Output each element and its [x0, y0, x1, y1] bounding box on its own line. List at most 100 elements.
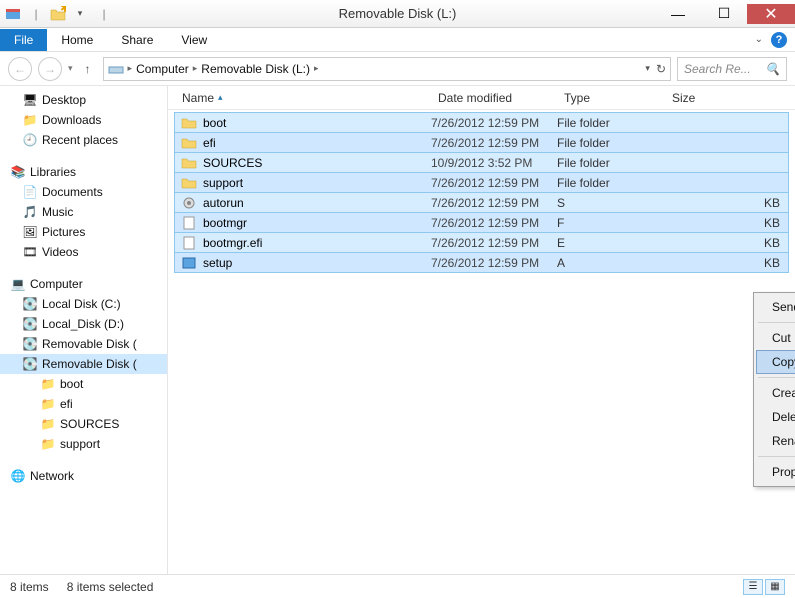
context-menu-item[interactable]: Send to▶	[756, 295, 795, 319]
file-row[interactable]: bootmgr.efi7/26/2012 12:59 PMEKB	[174, 232, 789, 253]
history-dropdown-icon[interactable]: ▾	[68, 63, 73, 74]
tree-folder-support[interactable]: 📁support	[0, 434, 167, 454]
tab-view[interactable]: View	[167, 29, 221, 51]
address-bar[interactable]: ▸Computer ▸Removable Disk (L:) ▸ ▾ ↻	[103, 57, 671, 81]
qat-separator: |	[28, 6, 44, 22]
file-row[interactable]: bootmgr7/26/2012 12:59 PMFKB	[174, 212, 789, 233]
search-icon: 🔍	[765, 62, 780, 76]
file-date: 7/26/2012 12:59 PM	[431, 216, 557, 230]
maximize-button[interactable]: ☐	[701, 4, 747, 24]
drive-icon	[108, 61, 124, 77]
file-type: File folder	[557, 116, 665, 130]
details-view-button[interactable]: ☰	[743, 579, 763, 595]
file-date: 7/26/2012 12:59 PM	[431, 256, 557, 270]
navigation-bar: ← → ▾ ↑ ▸Computer ▸Removable Disk (L:) ▸…	[0, 52, 795, 86]
tree-libraries[interactable]: 📚Libraries	[0, 162, 167, 182]
file-type: File folder	[557, 156, 665, 170]
minimize-button[interactable]: —	[655, 4, 701, 24]
tree-drive-d[interactable]: 💽Local_Disk (D:)	[0, 314, 167, 334]
file-date: 7/26/2012 12:59 PM	[431, 236, 557, 250]
tree-videos[interactable]: 🎞Videos	[0, 242, 167, 262]
file-list-area: Name▴ Date modified Type Size boot7/26/2…	[168, 86, 795, 574]
app-icon	[181, 255, 197, 271]
close-button[interactable]: ✕	[747, 4, 795, 24]
file-row[interactable]: autorun7/26/2012 12:59 PMSKB	[174, 192, 789, 213]
search-placeholder: Search Re...	[684, 62, 751, 76]
crumb-drive[interactable]: Removable Disk (L:)	[201, 62, 310, 76]
refresh-icon[interactable]: ↻	[656, 62, 666, 76]
tree-pictures[interactable]: 🖼Pictures	[0, 222, 167, 242]
file-size: KB	[665, 256, 788, 270]
back-button[interactable]: ←	[8, 57, 32, 81]
icons-view-button[interactable]: ▦	[765, 579, 785, 595]
window-controls: — ☐ ✕	[655, 4, 795, 24]
context-menu-item[interactable]: Delete	[756, 405, 795, 429]
tab-share[interactable]: Share	[107, 29, 167, 51]
context-menu-item[interactable]: Copy	[756, 350, 795, 374]
navigation-tree[interactable]: 🖥Desktop 📁Downloads 🕘Recent places 📚Libr…	[0, 86, 168, 574]
tree-recent[interactable]: 🕘Recent places	[0, 130, 167, 150]
file-name: setup	[203, 256, 232, 270]
folder-icon	[181, 155, 197, 171]
file-date: 7/26/2012 12:59 PM	[431, 136, 557, 150]
app-icon	[6, 6, 22, 22]
file-name: support	[203, 176, 243, 190]
status-selected-count: 8 items selected	[67, 580, 154, 594]
file-row[interactable]: support7/26/2012 12:59 PMFile folder	[174, 172, 789, 193]
context-menu-item[interactable]: Properties	[756, 460, 795, 484]
file-row[interactable]: SOURCES10/9/2012 3:52 PMFile folder	[174, 152, 789, 173]
tree-drive-removable-1[interactable]: 💽Removable Disk (	[0, 334, 167, 354]
context-menu-item[interactable]: Rename	[756, 429, 795, 453]
tree-downloads[interactable]: 📁Downloads	[0, 110, 167, 130]
up-button[interactable]: ↑	[79, 62, 97, 76]
forward-button[interactable]: →	[38, 57, 62, 81]
file-type: File folder	[557, 136, 665, 150]
qat-dropdown-icon[interactable]: ▾	[72, 6, 88, 22]
title-bar: | ✱ ▾ | Removable Disk (L:) — ☐ ✕	[0, 0, 795, 28]
tree-folder-boot[interactable]: 📁boot	[0, 374, 167, 394]
search-input[interactable]: Search Re... 🔍	[677, 57, 787, 81]
column-size[interactable]: Size	[664, 91, 795, 105]
tree-network[interactable]: 🌐Network	[0, 466, 167, 486]
file-row[interactable]: setup7/26/2012 12:59 PMAKB	[174, 252, 789, 273]
tree-computer[interactable]: 💻Computer	[0, 274, 167, 294]
file-row[interactable]: boot7/26/2012 12:59 PMFile folder	[174, 112, 789, 133]
context-menu: Send to▶ CutCopy Create shortcutDeleteRena…	[753, 292, 795, 487]
file-rows[interactable]: boot7/26/2012 12:59 PMFile folderefi7/26…	[168, 110, 795, 274]
column-name[interactable]: Name▴	[174, 91, 430, 105]
column-type[interactable]: Type	[556, 91, 664, 105]
file-date: 7/26/2012 12:59 PM	[431, 196, 557, 210]
status-bar: 8 items 8 items selected ☰ ▦	[0, 574, 795, 598]
svg-text:✱: ✱	[60, 6, 66, 15]
file-name: bootmgr	[203, 216, 247, 230]
tree-folder-sources[interactable]: 📁SOURCES	[0, 414, 167, 434]
context-menu-item[interactable]: Cut	[756, 326, 795, 350]
tree-music[interactable]: 🎵Music	[0, 202, 167, 222]
ribbon-expand-icon[interactable]: ⌄	[755, 34, 763, 45]
file-name: bootmgr.efi	[203, 236, 262, 250]
ribbon-tabs: File Home Share View ⌄ ?	[0, 28, 795, 52]
context-menu-separator	[758, 377, 795, 378]
tree-drive-c[interactable]: 💽Local Disk (C:)	[0, 294, 167, 314]
help-icon[interactable]: ?	[771, 32, 787, 48]
folder-icon	[181, 115, 197, 131]
file-type: F	[557, 216, 665, 230]
file-row[interactable]: efi 7/26/2012 12:59 PMFile folder	[174, 132, 789, 153]
file-tab[interactable]: File	[0, 29, 47, 51]
file-name: efi	[203, 136, 216, 150]
crumb-computer[interactable]: Computer	[136, 62, 189, 76]
file-icon	[181, 215, 197, 231]
file-size: KB	[665, 196, 788, 210]
file-name: boot	[203, 116, 226, 130]
new-folder-icon[interactable]: ✱	[50, 6, 66, 22]
tab-home[interactable]: Home	[47, 29, 107, 51]
context-menu-item[interactable]: Create shortcut	[756, 381, 795, 405]
tree-drive-removable-2[interactable]: 💽Removable Disk (	[0, 354, 167, 374]
context-menu-separator	[758, 456, 795, 457]
file-type: File folder	[557, 176, 665, 190]
column-date[interactable]: Date modified	[430, 91, 556, 105]
address-dropdown-icon[interactable]: ▾	[645, 63, 650, 74]
tree-desktop[interactable]: 🖥Desktop	[0, 90, 167, 110]
tree-documents[interactable]: 📄Documents	[0, 182, 167, 202]
tree-folder-efi[interactable]: 📁efi	[0, 394, 167, 414]
